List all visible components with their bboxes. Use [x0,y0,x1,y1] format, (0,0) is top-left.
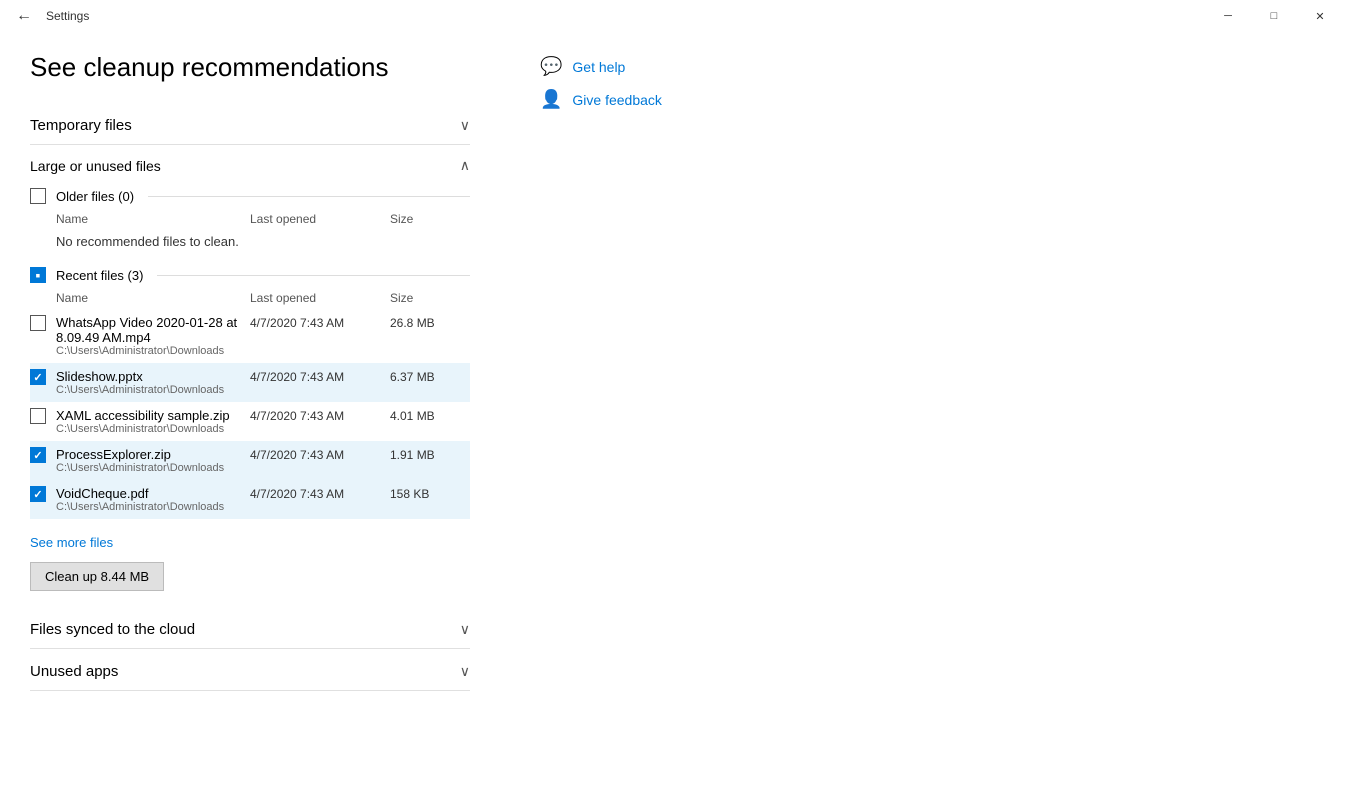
left-panel: See cleanup recommendations Temporary fi… [0,32,500,796]
maximize-button[interactable]: □ [1251,0,1297,32]
no-files-message: No recommended files to clean. [30,230,470,253]
file-date-0: 4/7/2020 7:43 AM [250,315,390,330]
give-feedback-icon: 👤 [540,89,562,110]
file-name-0: WhatsApp Video 2020-01-28 at 8.09.49 AM.… [56,315,250,345]
right-panel: 💬 Get help 👤 Give feedback [500,32,1351,796]
page-title: See cleanup recommendations [30,52,470,83]
file-info-2: XAML accessibility sample.zipC:\Users\Ad… [56,408,250,435]
files-synced-chevron: ∨ [460,621,470,638]
file-date-4: 4/7/2020 7:43 AM [250,486,390,501]
recent-date-header: Last opened [250,291,390,305]
older-files-group: Older files (0) Name Last opened Size No… [30,182,470,253]
recent-files-header: Recent files (3) [30,261,470,289]
file-date-1: 4/7/2020 7:43 AM [250,369,390,384]
large-unused-section[interactable]: Large or unused files ∧ [30,145,470,182]
large-unused-chevron: ∧ [460,157,470,174]
file-checkbox-3[interactable] [30,447,46,463]
file-checkbox-0[interactable] [30,315,46,331]
recent-files-checkbox[interactable] [30,267,46,283]
cleanup-button[interactable]: Clean up 8.44 MB [30,562,164,591]
table-row[interactable]: Slideshow.pptxC:\Users\Administrator\Dow… [30,363,470,402]
file-path-3: C:\Users\Administrator\Downloads [56,462,250,474]
file-path-2: C:\Users\Administrator\Downloads [56,423,250,435]
older-files-divider [148,196,470,197]
files-synced-label: Files synced to the cloud [30,621,195,638]
file-size-3: 1.91 MB [390,447,470,462]
recent-files-col-headers: Name Last opened Size [30,289,470,309]
file-rows-container: WhatsApp Video 2020-01-28 at 8.09.49 AM.… [30,309,470,519]
give-feedback-label: Give feedback [572,92,662,108]
file-info-4: VoidCheque.pdfC:\Users\Administrator\Dow… [56,486,250,513]
temporary-files-section[interactable]: Temporary files ∨ [30,107,470,145]
title-bar-controls: ─ □ ✕ [1205,0,1343,32]
file-size-0: 26.8 MB [390,315,470,330]
temporary-files-label: Temporary files [30,117,132,134]
file-path-0: C:\Users\Administrator\Downloads [56,345,250,357]
unused-apps-chevron: ∨ [460,663,470,680]
file-info-0: WhatsApp Video 2020-01-28 at 8.09.49 AM.… [56,315,250,357]
file-checkbox-2[interactable] [30,408,46,424]
get-help-icon: 💬 [540,56,562,77]
older-size-header: Size [390,212,470,226]
file-size-4: 158 KB [390,486,470,501]
file-checkbox-4[interactable] [30,486,46,502]
get-help-link[interactable]: 💬 Get help [540,52,1311,81]
table-row[interactable]: VoidCheque.pdfC:\Users\Administrator\Dow… [30,480,470,519]
file-name-1: Slideshow.pptx [56,369,250,384]
recent-size-header: Size [390,291,470,305]
minimize-button[interactable]: ─ [1205,0,1251,32]
file-date-2: 4/7/2020 7:43 AM [250,408,390,423]
file-name-3: ProcessExplorer.zip [56,447,250,462]
recent-files-group: Recent files (3) Name Last opened Size W… [30,261,470,519]
unused-apps-section[interactable]: Unused apps ∨ [30,653,470,691]
table-row[interactable]: ProcessExplorer.zipC:\Users\Administrato… [30,441,470,480]
temporary-files-chevron: ∨ [460,117,470,134]
file-name-2: XAML accessibility sample.zip [56,408,250,423]
recent-name-header: Name [56,291,250,305]
title-bar: ← Settings ─ □ ✕ [0,0,1351,32]
table-row[interactable]: XAML accessibility sample.zipC:\Users\Ad… [30,402,470,441]
file-name-4: VoidCheque.pdf [56,486,250,501]
main-content: See cleanup recommendations Temporary fi… [0,32,1351,796]
file-path-1: C:\Users\Administrator\Downloads [56,384,250,396]
file-path-4: C:\Users\Administrator\Downloads [56,501,250,513]
see-more-files-link[interactable]: See more files [30,527,113,562]
older-date-header: Last opened [250,212,390,226]
large-unused-label: Large or unused files [30,158,161,174]
give-feedback-link[interactable]: 👤 Give feedback [540,85,1311,114]
file-date-3: 4/7/2020 7:43 AM [250,447,390,462]
older-files-label: Older files (0) [56,189,134,204]
file-info-1: Slideshow.pptxC:\Users\Administrator\Dow… [56,369,250,396]
older-name-header: Name [56,212,250,226]
file-checkbox-1[interactable] [30,369,46,385]
older-files-checkbox[interactable] [30,188,46,204]
older-files-col-headers: Name Last opened Size [30,210,470,230]
recent-files-label: Recent files (3) [56,268,143,283]
table-row[interactable]: WhatsApp Video 2020-01-28 at 8.09.49 AM.… [30,309,470,363]
close-button[interactable]: ✕ [1297,0,1343,32]
back-button[interactable]: ← [12,3,36,29]
title-bar-left: ← Settings [12,3,89,29]
title-bar-title: Settings [46,9,89,23]
file-size-1: 6.37 MB [390,369,470,384]
files-synced-section[interactable]: Files synced to the cloud ∨ [30,611,470,649]
file-info-3: ProcessExplorer.zipC:\Users\Administrato… [56,447,250,474]
recent-files-divider [157,275,470,276]
older-files-header: Older files (0) [30,182,470,210]
get-help-label: Get help [572,59,625,75]
file-size-2: 4.01 MB [390,408,470,423]
unused-apps-label: Unused apps [30,663,118,680]
